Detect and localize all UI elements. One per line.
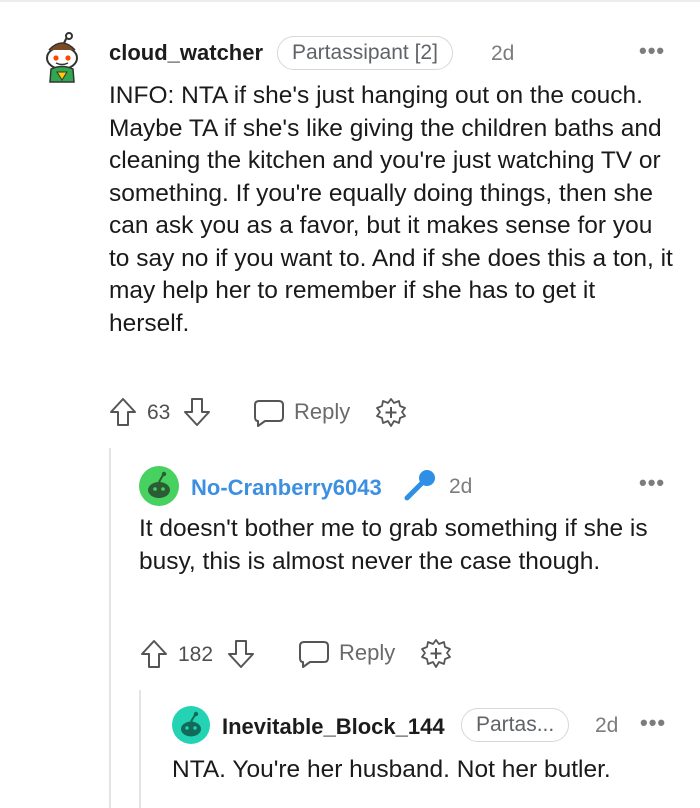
upvote-button[interactable] (108, 396, 138, 428)
downvote-icon (228, 640, 254, 668)
user-flair: Partassipant [2] (277, 36, 453, 70)
avatar[interactable] (34, 28, 90, 84)
award-button[interactable] (419, 637, 453, 671)
vote-count: 63 (147, 401, 171, 424)
downvote-icon (184, 398, 210, 426)
avatar[interactable] (139, 466, 179, 506)
microphone-icon (402, 467, 438, 503)
comment-body: NTA. You're her husband. Not her butler. (172, 756, 611, 783)
comment-timestamp: 2d (595, 714, 619, 737)
comment-body: INFO: NTA if she's just hanging out on t… (109, 82, 673, 337)
comment-username[interactable]: Inevitable_Block_144 (222, 714, 445, 740)
thread-line[interactable] (109, 448, 111, 808)
avatar[interactable] (172, 706, 210, 744)
award-icon (421, 639, 451, 668)
more-options-icon[interactable]: ••• (639, 470, 665, 496)
upvote-icon (110, 398, 136, 426)
comment-icon (299, 641, 329, 668)
reply-label: Reply (294, 399, 351, 424)
upvote-icon (141, 640, 167, 668)
comment-timestamp: 2d (491, 42, 515, 65)
downvote-button[interactable] (182, 396, 212, 428)
reply-button[interactable]: Reply (297, 637, 405, 671)
user-flair: Partas... (461, 708, 570, 742)
comment-timestamp: 2d (449, 475, 473, 498)
upvote-button[interactable] (139, 638, 169, 670)
avatar-icon (139, 466, 179, 506)
award-button[interactable] (374, 396, 408, 430)
award-icon (376, 398, 406, 427)
reply-button[interactable]: Reply (252, 396, 360, 430)
vote-count: 182 (178, 643, 214, 666)
more-options-icon[interactable]: ••• (640, 710, 666, 736)
reply-label: Reply (339, 640, 396, 665)
downvote-button[interactable] (226, 638, 256, 670)
comment-username[interactable]: cloud_watcher (109, 40, 263, 66)
thread-line[interactable] (139, 690, 141, 808)
comment-body: It doesn't bother me to grab something i… (139, 515, 648, 575)
avatar-icon (172, 706, 210, 744)
top-divider (0, 0, 700, 2)
more-options-icon[interactable]: ••• (639, 38, 665, 64)
comment-icon (254, 400, 284, 427)
comment-username[interactable]: No-Cranberry6043 (191, 475, 382, 501)
avatar-icon (46, 32, 78, 83)
